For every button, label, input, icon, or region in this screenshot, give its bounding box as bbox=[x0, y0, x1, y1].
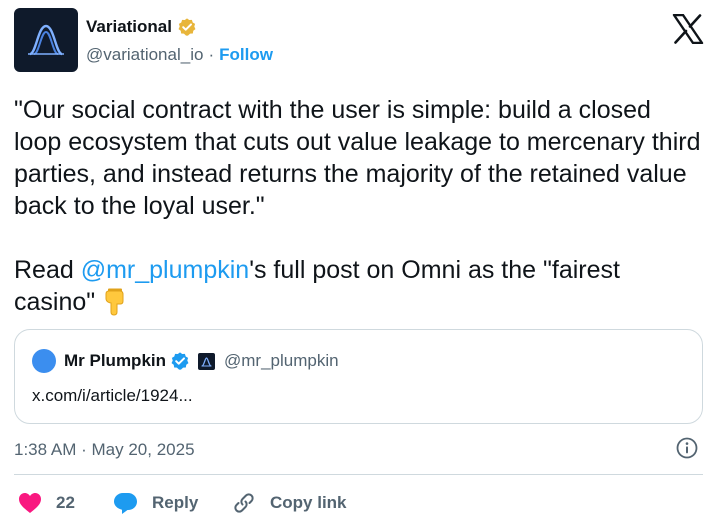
quoted-handle[interactable]: @mr_plumpkin bbox=[224, 351, 339, 371]
mention-link[interactable]: @mr_plumpkin bbox=[81, 256, 249, 284]
actions-divider bbox=[14, 474, 703, 475]
info-icon[interactable] bbox=[675, 436, 699, 460]
heart-icon bbox=[19, 493, 41, 513]
author-display-name[interactable]: Variational bbox=[86, 17, 172, 37]
tweet-timestamp[interactable]: 1:38 AM · May 20, 2025 bbox=[14, 440, 195, 460]
copy-link-label: Copy link bbox=[270, 493, 347, 512]
tweet-date: May 20, 2025 bbox=[91, 440, 195, 459]
gold-verified-badge-icon bbox=[178, 18, 196, 36]
tweet-actions-bar: 22 Reply Copy link bbox=[14, 488, 704, 518]
link-icon bbox=[234, 493, 254, 513]
follow-button[interactable]: Follow bbox=[219, 45, 273, 65]
author-handle[interactable]: @variational_io bbox=[86, 45, 203, 65]
handle-separator: · bbox=[208, 45, 215, 64]
tweet-body: "Our social contract with the user is si… bbox=[14, 94, 704, 318]
quoted-avatar[interactable] bbox=[32, 349, 56, 373]
quoted-tweet-card[interactable]: Mr Plumpkin @mr_plumpkin x.com/i/article… bbox=[14, 329, 703, 424]
tweet-read-paragraph: Read @mr_plumpkin's full post on Omni as… bbox=[14, 254, 704, 318]
affiliate-badge-icon bbox=[198, 352, 216, 370]
quoted-article-link[interactable]: x.com/i/article/1924... bbox=[32, 386, 193, 406]
quoted-header: Mr Plumpkin @mr_plumpkin bbox=[32, 349, 339, 373]
reply-label: Reply bbox=[152, 493, 199, 512]
author-avatar[interactable] bbox=[14, 8, 78, 72]
x-logo-icon[interactable] bbox=[672, 14, 704, 44]
read-prefix: Read bbox=[14, 256, 81, 284]
timestamp-separator: · bbox=[81, 440, 87, 459]
like-count: 22 bbox=[56, 493, 75, 512]
like-button[interactable]: 22 bbox=[18, 488, 75, 518]
reply-button[interactable]: Reply bbox=[113, 488, 198, 518]
tweet-quote-paragraph: "Our social contract with the user is si… bbox=[14, 96, 701, 220]
blue-verified-badge-icon bbox=[171, 352, 189, 370]
tweet-time: 1:38 AM bbox=[14, 440, 77, 459]
author-handle-row: @variational_io · Follow bbox=[86, 45, 273, 65]
copy-link-button[interactable]: Copy link bbox=[232, 488, 347, 518]
reply-bubble-icon bbox=[114, 493, 137, 514]
quoted-display-name[interactable]: Mr Plumpkin bbox=[64, 351, 166, 371]
tweet-header: Variational @variational_io · Follow bbox=[14, 8, 704, 72]
author-name-row: Variational bbox=[86, 17, 197, 37]
pointing-down-emoji-icon bbox=[105, 288, 124, 316]
